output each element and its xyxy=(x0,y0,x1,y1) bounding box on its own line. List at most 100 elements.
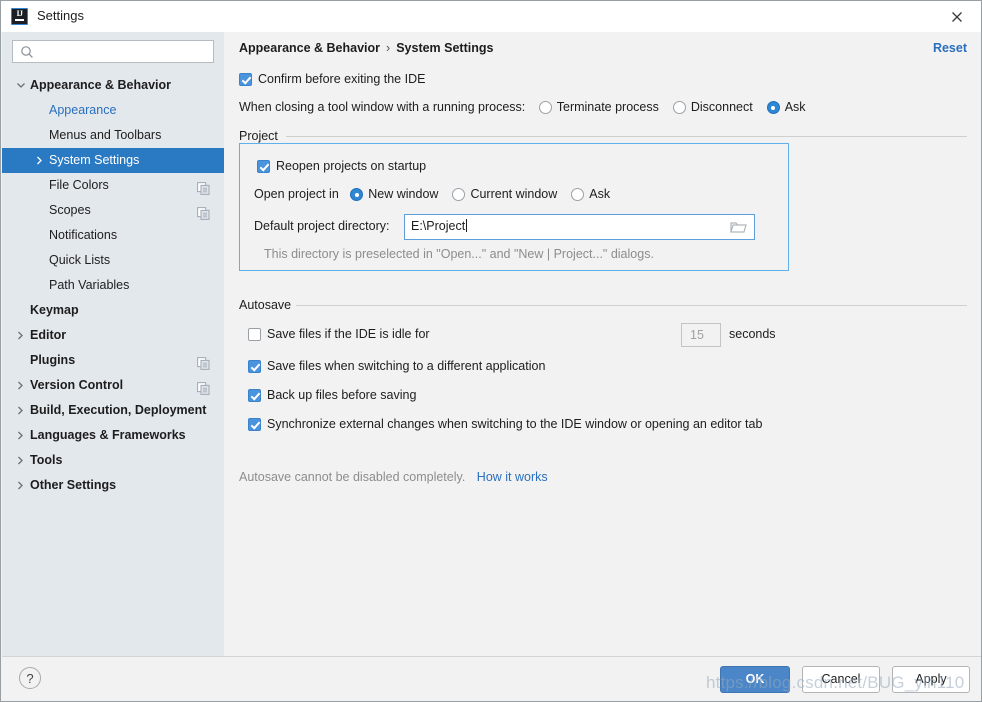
autosave-checkbox-row-2[interactable]: Synchronize external changes when switch… xyxy=(248,417,762,431)
search-icon xyxy=(20,45,34,59)
breadcrumb-separator-icon: › xyxy=(380,41,396,55)
sidebar-item-notifications[interactable]: Notifications xyxy=(2,223,224,248)
autosave-switch-app-checkbox[interactable] xyxy=(248,360,261,373)
chevron-right-icon[interactable] xyxy=(16,448,28,473)
open-project-in-row: Open project in New window Current window… xyxy=(254,187,624,201)
sidebar-item-other-settings[interactable]: Other Settings xyxy=(2,473,224,498)
autosave-checkbox-row-0[interactable]: Save files when switching to a different… xyxy=(248,359,545,373)
confirm-exit-row[interactable]: Confirm before exiting the IDE xyxy=(239,72,425,86)
chevron-right-icon[interactable] xyxy=(16,323,28,348)
chevron-right-icon[interactable] xyxy=(16,473,28,498)
sidebar-item-label: Other Settings xyxy=(30,473,116,498)
default-directory-field[interactable]: E:\Project xyxy=(404,214,755,240)
copy-icon[interactable] xyxy=(197,204,210,217)
breadcrumb-parent[interactable]: Appearance & Behavior xyxy=(239,41,380,55)
open-project-in-option[interactable]: Ask xyxy=(571,187,610,201)
settings-main-panel: Appearance & Behavior›System Settings Re… xyxy=(224,32,982,656)
sidebar-item-label: Notifications xyxy=(49,223,117,248)
sidebar-item-plugins[interactable]: Plugins xyxy=(2,348,224,373)
reopen-projects-checkbox[interactable] xyxy=(257,160,270,173)
autosave-idle-label-before: Save files if the IDE is idle for xyxy=(267,327,430,341)
default-directory-hint: This directory is preselected in "Open..… xyxy=(264,247,654,261)
closing-tool-window-radio-group: Terminate process Disconnect Ask xyxy=(539,100,820,114)
sidebar-item-menus-and-toolbars[interactable]: Menus and Toolbars xyxy=(2,123,224,148)
sidebar-item-version-control[interactable]: Version Control xyxy=(2,373,224,398)
sidebar-item-label: Keymap xyxy=(30,298,79,323)
settings-sidebar: Appearance & BehaviorAppearanceMenus and… xyxy=(2,32,224,656)
apply-button[interactable]: Apply xyxy=(892,666,970,693)
autosave-idle-label-after: seconds xyxy=(729,327,776,341)
sidebar-item-scopes[interactable]: Scopes xyxy=(2,198,224,223)
autosave-footnote-row: Autosave cannot be disabled completely. … xyxy=(239,470,548,484)
sidebar-item-build-execution-deployment[interactable]: Build, Execution, Deployment xyxy=(2,398,224,423)
open-project-in-radio[interactable] xyxy=(350,188,363,201)
intellij-idea-logo-icon: IJ xyxy=(11,8,28,25)
sidebar-item-label: System Settings xyxy=(49,148,139,173)
default-directory-value: E:\Project xyxy=(411,219,465,233)
sidebar-item-appearance-behavior[interactable]: Appearance & Behavior xyxy=(2,73,224,98)
reopen-projects-label: Reopen projects on startup xyxy=(276,159,426,173)
open-project-in-option[interactable]: Current window xyxy=(452,187,557,201)
chevron-down-icon[interactable] xyxy=(16,73,28,98)
autosave-sync-external-checkbox[interactable] xyxy=(248,418,261,431)
autosave-idle-checkbox[interactable] xyxy=(248,328,261,341)
autosave-backup-label: Back up files before saving xyxy=(267,388,416,402)
confirm-exit-checkbox[interactable] xyxy=(239,73,252,86)
sidebar-item-label: Build, Execution, Deployment xyxy=(30,398,206,423)
sidebar-item-tools[interactable]: Tools xyxy=(2,448,224,473)
open-project-in-label: Open project in xyxy=(254,187,339,201)
sidebar-item-label: Appearance xyxy=(49,98,116,123)
closing-tool-window-option[interactable]: Ask xyxy=(767,100,806,114)
chevron-right-icon[interactable] xyxy=(16,398,28,423)
copy-icon[interactable] xyxy=(197,379,210,392)
closing-tool-window-label: When closing a tool window with a runnin… xyxy=(239,100,525,114)
reopen-projects-row[interactable]: Reopen projects on startup xyxy=(257,159,426,173)
closing-tool-window-radio[interactable] xyxy=(539,101,552,114)
autosave-switch-app-label: Save files when switching to a different… xyxy=(267,359,545,373)
folder-icon[interactable] xyxy=(730,221,747,234)
sidebar-item-keymap[interactable]: Keymap xyxy=(2,298,224,323)
closing-tool-window-option[interactable]: Terminate process xyxy=(539,100,659,114)
ok-button[interactable]: OK xyxy=(720,666,790,693)
chevron-right-icon[interactable] xyxy=(35,148,47,173)
sidebar-item-label: Menus and Toolbars xyxy=(49,123,161,148)
sidebar-item-quick-lists[interactable]: Quick Lists xyxy=(2,248,224,273)
search-box[interactable] xyxy=(12,40,214,63)
sidebar-item-file-colors[interactable]: File Colors xyxy=(2,173,224,198)
autosave-group-divider xyxy=(296,305,967,306)
sidebar-item-path-variables[interactable]: Path Variables xyxy=(2,273,224,298)
default-dir-label-wrap: Default project directory: xyxy=(254,219,389,233)
logo-text: IJ xyxy=(12,9,27,19)
chevron-right-icon[interactable] xyxy=(16,423,28,448)
dialog-footer: ? OK Cancel Apply xyxy=(2,656,982,702)
close-icon[interactable] xyxy=(947,7,967,27)
default-directory-value-wrap: E:\Project xyxy=(411,219,467,233)
help-button[interactable]: ? xyxy=(19,667,41,689)
open-project-in-radio[interactable] xyxy=(452,188,465,201)
closing-tool-window-radio[interactable] xyxy=(673,101,686,114)
text-caret xyxy=(466,219,467,232)
autosave-idle-seconds-value: 15 xyxy=(690,328,704,342)
how-it-works-link[interactable]: How it works xyxy=(477,470,548,484)
open-project-in-radio[interactable] xyxy=(571,188,584,201)
search-input[interactable] xyxy=(39,41,211,64)
autosave-checkbox-row-1[interactable]: Back up files before saving xyxy=(248,388,416,402)
sidebar-item-label: Tools xyxy=(30,448,62,473)
autosave-backup-checkbox[interactable] xyxy=(248,389,261,402)
sidebar-item-editor[interactable]: Editor xyxy=(2,323,224,348)
sidebar-item-system-settings[interactable]: System Settings xyxy=(2,148,224,173)
confirm-exit-label: Confirm before exiting the IDE xyxy=(258,72,425,86)
chevron-right-icon[interactable] xyxy=(16,373,28,398)
sidebar-item-languages-frameworks[interactable]: Languages & Frameworks xyxy=(2,423,224,448)
copy-icon[interactable] xyxy=(197,354,210,367)
autosave-group-title: Autosave xyxy=(239,298,298,312)
autosave-idle-row[interactable]: Save files if the IDE is idle for xyxy=(248,327,430,341)
reset-link[interactable]: Reset xyxy=(933,41,967,55)
copy-icon[interactable] xyxy=(197,179,210,192)
cancel-button[interactable]: Cancel xyxy=(802,666,880,693)
autosave-idle-seconds-field[interactable]: 15 xyxy=(681,323,721,347)
closing-tool-window-radio[interactable] xyxy=(767,101,780,114)
open-project-in-option[interactable]: New window xyxy=(350,187,438,201)
sidebar-item-appearance[interactable]: Appearance xyxy=(2,98,224,123)
closing-tool-window-option[interactable]: Disconnect xyxy=(673,100,753,114)
